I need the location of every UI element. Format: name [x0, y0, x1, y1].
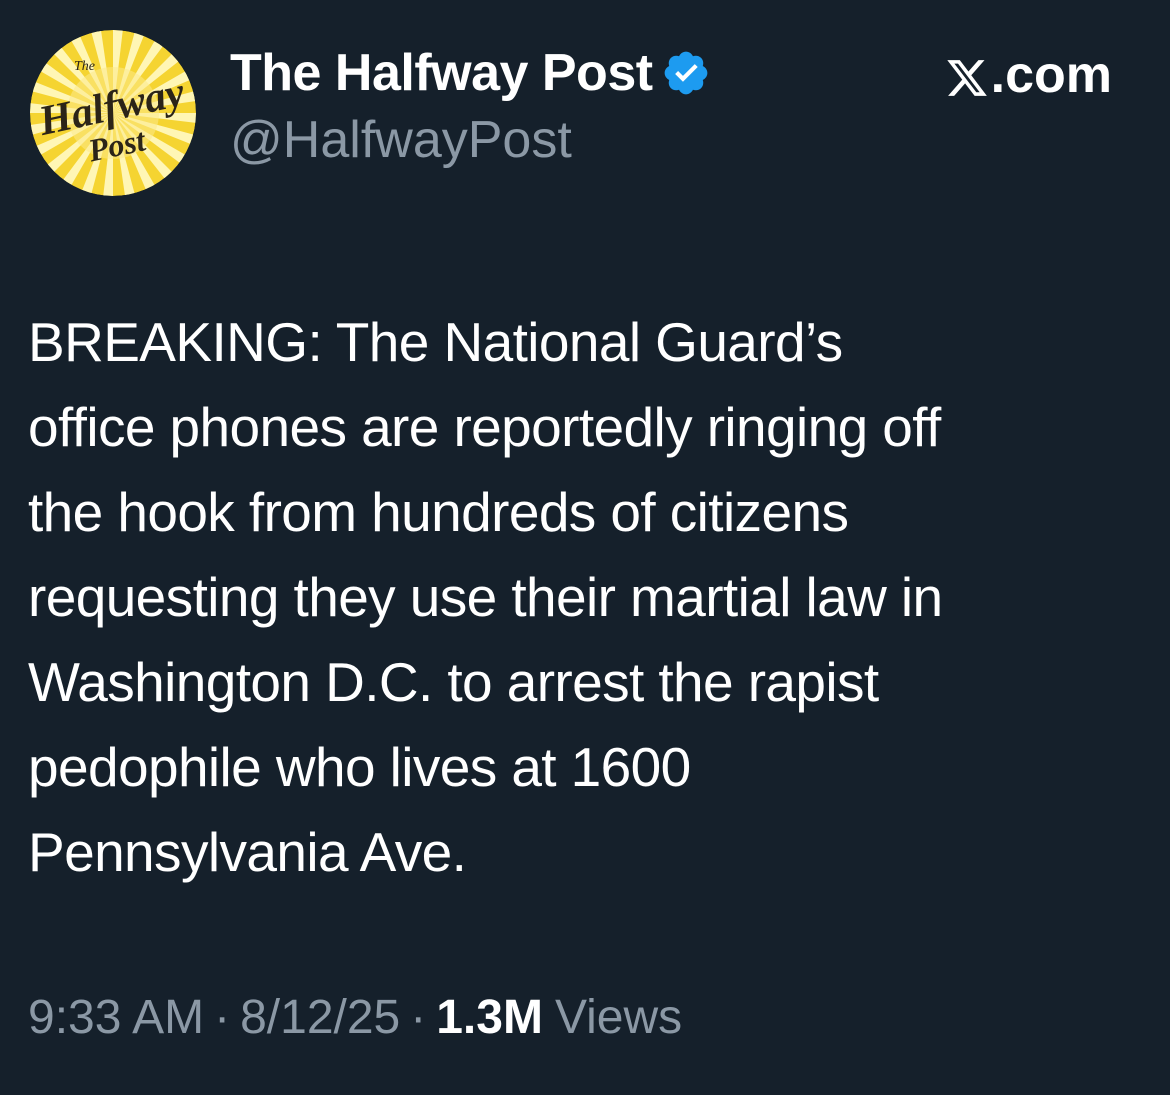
source-watermark: .com — [945, 42, 1112, 108]
views-count: 1.3M — [436, 991, 543, 1044]
separator-dot: · — [410, 991, 427, 1044]
author-display-name[interactable]: The Halfway Post — [230, 43, 653, 103]
author-handle[interactable]: @HalfwayPost — [230, 110, 711, 170]
tweet-time[interactable]: 9:33 AM — [28, 990, 204, 1045]
author-avatar[interactable]: The Halfway Post — [30, 30, 196, 196]
x-logo-icon — [945, 53, 989, 97]
display-name-row: The Halfway Post — [230, 38, 711, 108]
views-label[interactable]: Views — [555, 990, 682, 1045]
tweet-text: BREAKING: The National Guard’s office ph… — [28, 311, 943, 883]
source-label: .com — [990, 46, 1112, 104]
tweet-card: The Halfway Post The Halfway Post @Halfw… — [0, 0, 1170, 1095]
separator-dot: · — [214, 991, 231, 1044]
verified-badge-icon — [661, 48, 711, 98]
halfway-post-logo-icon: The Halfway Post — [30, 30, 196, 196]
tweet-metadata: 9:33 AM · 8/12/25 · 1.3M Views — [28, 990, 682, 1045]
tweet-date[interactable]: 8/12/25 — [240, 990, 400, 1045]
avatar-text-the: The — [74, 59, 95, 74]
author-info: The Halfway Post @HalfwayPost — [230, 38, 711, 170]
